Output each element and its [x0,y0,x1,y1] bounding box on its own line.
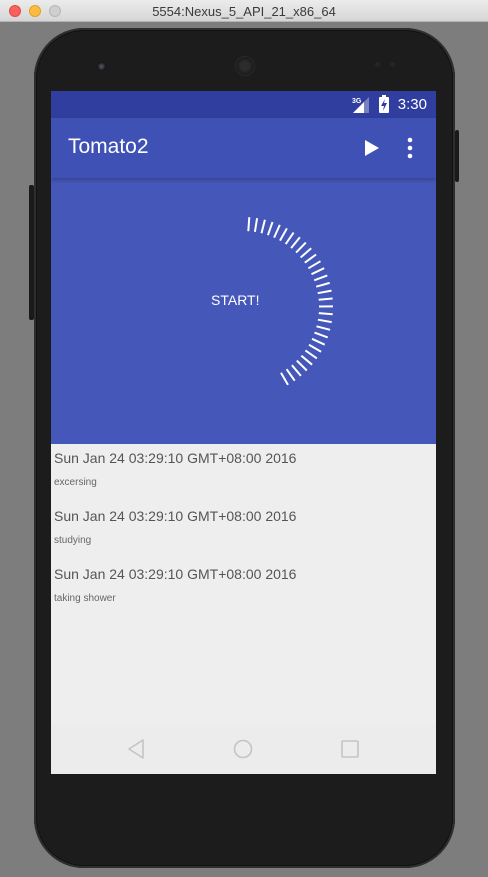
status-bar: 3G 3:30 [51,91,436,118]
list-item[interactable]: Sun Jan 24 03:29:10 GMT+08:00 2016 takin… [54,566,296,604]
dial-tick [314,331,329,339]
dial-tick [291,364,302,377]
dial-tick [260,219,266,234]
timer-panel: START! [51,178,436,444]
dial-tick [318,297,333,301]
record-task: studying [54,535,92,546]
dial-tick [285,368,296,382]
navigation-bar [51,724,436,774]
device-screen: 3G 3:30 Tomato2 START! Sun Jan 24 03:29:… [51,91,436,774]
dial-tick [308,343,322,353]
start-button[interactable]: START! [203,288,268,312]
battery-charging-icon [379,95,389,113]
dial-tick [300,354,313,366]
dial-tick [315,281,330,288]
list-item[interactable]: Sun Jan 24 03:29:10 GMT+08:00 2016 excer… [54,450,296,488]
dial-tick [317,289,332,295]
dial-tick [313,274,328,282]
status-clock: 3:30 [397,96,427,113]
dial-tick [295,241,307,254]
dial-tick [318,312,333,316]
dial-tick [247,217,251,232]
app-toolbar: Tomato2 [51,118,436,178]
list-item[interactable]: Sun Jan 24 03:29:10 GMT+08:00 2016 study… [54,508,296,546]
record-timestamp: Sun Jan 24 03:29:10 GMT+08:00 2016 [54,450,297,466]
overflow-menu-icon[interactable] [400,135,420,161]
home-icon[interactable] [231,737,255,761]
power-button[interactable] [455,130,459,182]
network-type-label: 3G [352,98,362,105]
back-icon[interactable] [125,737,149,761]
window-title: 5554:Nexus_5_API_21_x86_64 [152,4,336,19]
dial-tick [280,372,289,386]
dial-tick [307,260,322,270]
record-task: excersing [54,477,97,488]
dial-tick [290,236,301,249]
record-timestamp: Sun Jan 24 03:29:10 GMT+08:00 2016 [54,566,297,582]
dial-tick [299,247,312,259]
dial-tick [266,221,274,236]
app-title: Tomato2 [68,135,149,158]
front-camera-icon [97,62,106,71]
proximity-sensor [375,62,380,67]
dial-tick [284,232,295,245]
dial-tick [317,318,332,324]
dial-tick [304,349,318,360]
emulator-title-bar: 5554:Nexus_5_API_21_x86_64 [0,0,488,22]
dial-tick [304,253,317,264]
record-task: taking shower [54,593,116,604]
dial-tick [273,224,281,239]
volume-button[interactable] [29,185,34,320]
dial-tick [311,337,326,346]
play-icon[interactable] [358,135,384,161]
earpiece-speaker [235,56,255,76]
dial-tick [279,227,288,242]
record-timestamp: Sun Jan 24 03:29:10 GMT+08:00 2016 [54,508,297,524]
dial-tick [296,359,308,372]
dial-tick [311,267,325,276]
light-sensor [390,62,395,67]
signal-3g-icon: 3G [352,97,369,113]
dial-tick [316,325,331,331]
recents-icon[interactable] [338,737,362,761]
dial-tick [253,217,259,233]
